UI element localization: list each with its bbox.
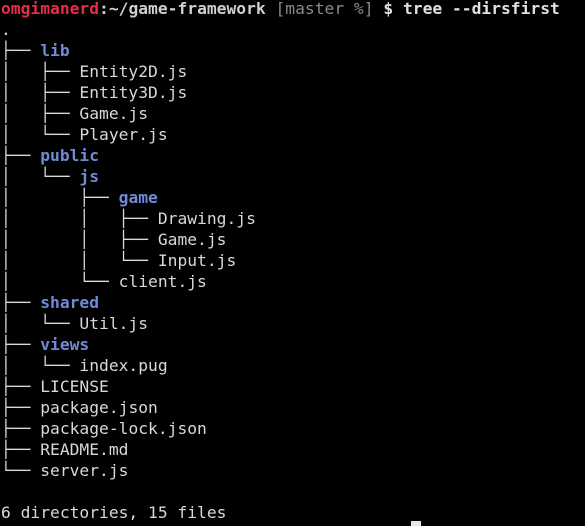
file-name: Entity3D.js bbox=[79, 83, 188, 102]
prompt-user-host: omgimanerd bbox=[1, 0, 100, 18]
tree-dir-row: ├── public bbox=[1, 145, 99, 166]
prompt-git-status: [master %] bbox=[275, 0, 374, 18]
file-name: Input.js bbox=[157, 251, 237, 270]
terminal-cursor bbox=[411, 521, 421, 526]
file-name: Game.js bbox=[79, 104, 149, 123]
tree-file-row: │ └── index.pug bbox=[1, 355, 168, 376]
prompt-symbol: $ bbox=[383, 0, 394, 18]
file-name: package-lock.json bbox=[40, 419, 207, 438]
tree-file-row: │ ├── Entity3D.js bbox=[1, 82, 187, 103]
tree-guide: ├── bbox=[1, 398, 41, 417]
tree-guide: ├── bbox=[1, 335, 41, 354]
tree-guide: ├── bbox=[1, 419, 41, 438]
file-name: Drawing.js bbox=[157, 209, 256, 228]
directory-name: public bbox=[40, 146, 100, 165]
tree-guide: │ └── bbox=[1, 167, 80, 186]
file-name: package.json bbox=[40, 398, 158, 417]
tree-file-row: │ ├── Game.js bbox=[1, 103, 148, 124]
tree-file-row: ├── README.md bbox=[1, 439, 128, 460]
tree-file-row: ├── package.json bbox=[1, 397, 158, 418]
directory-name: lib bbox=[40, 41, 70, 60]
tree-guide: │ ├── bbox=[1, 62, 80, 81]
directory-name: js bbox=[79, 167, 100, 186]
tree-guide: ├── bbox=[1, 293, 41, 312]
tree-file-row: │ └── Player.js bbox=[1, 124, 168, 145]
tree-summary-text: 6 directories, 15 files bbox=[1, 503, 227, 522]
tree-guide: │ │ └── bbox=[1, 251, 158, 270]
tree-guide: │ ├── bbox=[1, 188, 119, 207]
file-name: Entity2D.js bbox=[79, 62, 188, 81]
terminal-window[interactable]: omgimanerd:~/game-framework [master %] $… bbox=[0, 0, 585, 526]
tree-guide: ├── bbox=[1, 440, 41, 459]
directory-name: game bbox=[118, 188, 158, 207]
tree-summary: 6 directories, 15 files bbox=[1, 502, 226, 523]
tree-guide: │ ├── bbox=[1, 104, 80, 123]
tree-root-label: . bbox=[1, 20, 11, 39]
tree-guide: │ │ ├── bbox=[1, 230, 158, 249]
prompt-separator: : bbox=[99, 0, 109, 18]
directory-name: shared bbox=[40, 293, 100, 312]
file-name: client.js bbox=[118, 272, 207, 291]
file-name: Util.js bbox=[79, 314, 149, 333]
tree-guide: ├── bbox=[1, 146, 41, 165]
tree-dir-row: ├── shared bbox=[1, 292, 99, 313]
file-name: server.js bbox=[40, 461, 129, 480]
tree-file-row: │ ├── Entity2D.js bbox=[1, 61, 187, 82]
tree-guide: └── bbox=[1, 461, 41, 480]
tree-file-row: │ └── client.js bbox=[1, 271, 207, 292]
tree-dir-row: ├── views bbox=[1, 334, 89, 355]
directory-name: views bbox=[40, 335, 90, 354]
prompt-cwd: ~/game-framework bbox=[108, 0, 266, 18]
file-name: README.md bbox=[40, 440, 129, 459]
tree-file-row: ├── package-lock.json bbox=[1, 418, 207, 439]
tree-guide: │ │ ├── bbox=[1, 209, 158, 228]
tree-guide: ├── bbox=[1, 377, 41, 396]
tree-dir-row: │ └── js bbox=[1, 166, 99, 187]
prompt-line: omgimanerd:~/game-framework [master %] $… bbox=[1, 0, 560, 19]
tree-file-row: ├── LICENSE bbox=[1, 376, 109, 397]
tree-guide: │ └── bbox=[1, 272, 119, 291]
tree-guide: │ └── bbox=[1, 314, 80, 333]
tree-file-row: │ │ ├── Game.js bbox=[1, 229, 226, 250]
command-text: tree --dirsfirst bbox=[402, 0, 560, 18]
tree-file-row: │ │ └── Input.js bbox=[1, 250, 236, 271]
tree-file-row: └── server.js bbox=[1, 460, 128, 481]
tree-guide: │ ├── bbox=[1, 83, 80, 102]
tree-guide: │ └── bbox=[1, 125, 80, 144]
file-name: Game.js bbox=[157, 230, 227, 249]
tree-dir-row: │ ├── game bbox=[1, 187, 158, 208]
tree-file-row: │ └── Util.js bbox=[1, 313, 148, 334]
tree-guide: │ └── bbox=[1, 356, 80, 375]
file-name: Player.js bbox=[79, 125, 168, 144]
tree-guide: ├── bbox=[1, 41, 41, 60]
file-name: index.pug bbox=[79, 356, 168, 375]
tree-root: . bbox=[1, 19, 11, 40]
tree-dir-row: ├── lib bbox=[1, 40, 70, 61]
tree-file-row: │ │ ├── Drawing.js bbox=[1, 208, 256, 229]
file-name: LICENSE bbox=[40, 377, 109, 396]
